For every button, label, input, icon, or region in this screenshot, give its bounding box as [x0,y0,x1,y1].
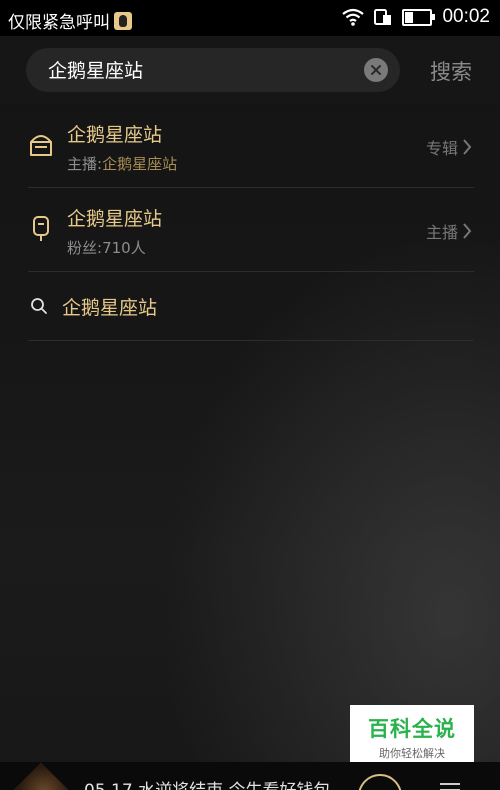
sim-card-icon [374,9,392,25]
subtitle-label: 主播: [67,155,103,173]
suggestion-text: 企鹅星座站 [62,297,158,319]
result-type-tag: 专辑 [426,135,472,159]
now-playing-title: 05.17 水逆将结束 今生看好钱包 [84,776,330,790]
search-input[interactable] [46,48,360,94]
battery-icon [402,8,436,26]
subtitle-value: 企鹅星座站 [102,155,178,173]
watermark-subtitle: 助你轻松解决 [379,747,445,760]
chevron-right-icon [463,223,472,239]
search-results: 企鹅星座站 主播:企鹅星座站 专辑 企鹅星座站 粉丝:710人 主播 企鹅星座站 [28,104,474,341]
anchor-icon [33,216,49,241]
result-anchor[interactable]: 企鹅星座站 粉丝:710人 主播 [28,188,474,272]
tag-label: 专辑 [425,139,458,158]
wifi-icon [342,8,365,26]
result-title: 企鹅星座站 [67,124,163,146]
watermark-logo: 百科全说 助你轻松解决 [350,705,474,763]
subtitle-value: 710人 [102,239,146,257]
playlist-icon[interactable] [438,780,462,790]
album-icon [30,135,52,156]
chevron-right-icon [463,139,472,155]
search-box [26,48,400,94]
result-subtitle: 粉丝:710人 [67,237,146,258]
carrier-text: 仅限紧急呼叫 [8,13,110,33]
result-type-tag: 主播 [426,219,472,243]
search-header: 搜索 [0,36,500,104]
search-suggestion[interactable]: 企鹅星座站 [28,272,474,341]
result-album[interactable]: 企鹅星座站 主播:企鹅星座站 专辑 [28,104,474,188]
watermark-title: 百科全说 [368,717,456,741]
status-right: 00:02 [342,6,490,28]
status-bar: 仅限紧急呼叫 00:02 [0,0,500,36]
app-screen: 仅限紧急呼叫 00:02 企鹅星座站 搜索 企鹅星座站 主播:企鹅星座站 专辑 … [0,0,500,790]
subtitle-label: 粉丝: [67,239,103,257]
play-button[interactable] [358,774,402,790]
search-icon [31,298,47,314]
status-left: 仅限紧急呼叫 [8,8,132,33]
mini-player[interactable]: 05.17 水逆将结束 今生看好钱包 [0,762,500,790]
tag-label: 主播 [425,223,458,242]
result-subtitle: 主播:企鹅星座站 [67,153,177,174]
clock: 00:02 [442,6,490,27]
app-notification-icon [114,11,132,30]
result-title: 企鹅星座站 [67,208,163,230]
album-cover[interactable] [8,762,74,790]
close-icon [371,65,381,75]
clear-search-button[interactable] [364,58,388,82]
search-button[interactable]: 搜索 [430,56,472,86]
